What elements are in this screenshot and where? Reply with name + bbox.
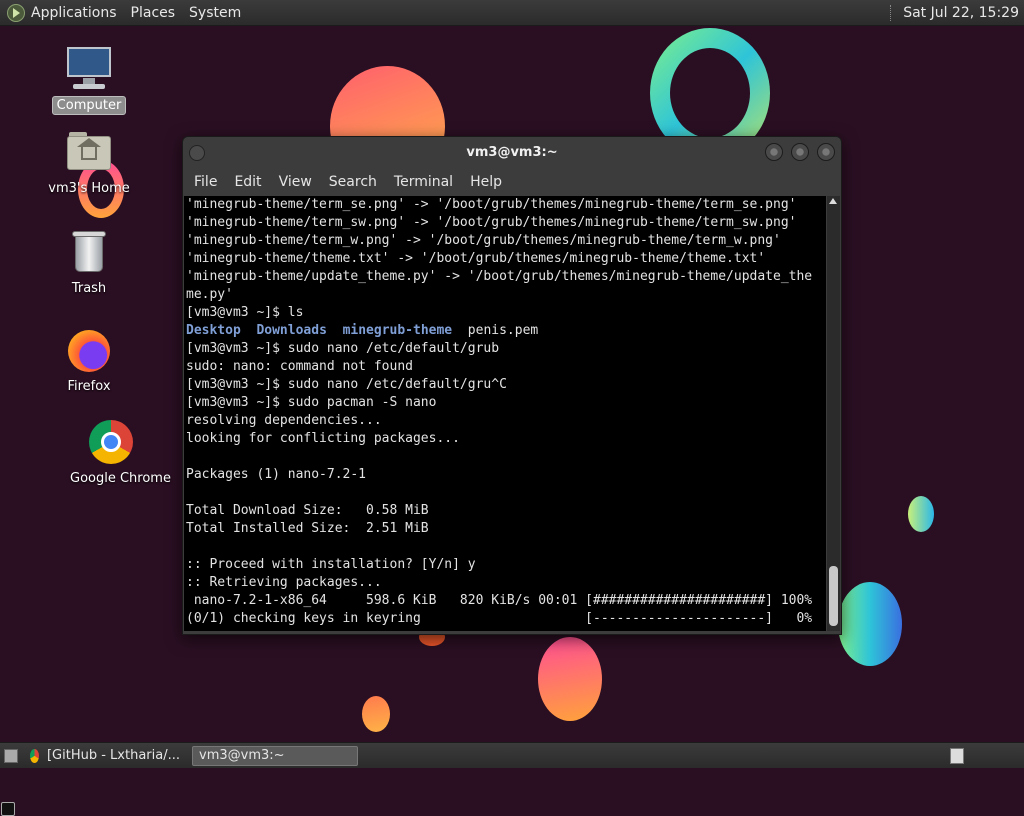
desktop-icon-trash[interactable]: Trash — [44, 228, 134, 297]
terminal-line: 'minegrub-theme/update_theme.py' -> '/bo… — [186, 269, 813, 284]
home-folder-icon — [65, 128, 113, 176]
show-desktop-icon[interactable] — [4, 748, 18, 763]
terminal-line: (0/1) checking keys in keyring [--------… — [186, 611, 813, 626]
terminal-menubar: File Edit View Search Terminal Help — [183, 169, 841, 195]
taskbar-item-github[interactable]: [GitHub - Lxtharia/... — [24, 746, 186, 766]
terminal-scrollbar[interactable] — [827, 196, 840, 631]
terminal-line: 'minegrub-theme/term_w.png' -> '/boot/gr… — [186, 233, 781, 248]
workspace-switcher-icon[interactable] — [950, 747, 964, 764]
terminal-line: [vm3@vm3 ~]$ ls — [186, 305, 304, 320]
menu-help[interactable]: Help — [470, 174, 502, 190]
terminal-line: [vm3@vm3 ~]$ sudo pacman -S nano — [186, 395, 437, 410]
menu-logo-icon[interactable] — [7, 3, 25, 22]
scrollbar-thumb[interactable] — [829, 566, 838, 626]
close-button[interactable] — [817, 143, 835, 161]
window-menu-icon[interactable] — [189, 145, 205, 161]
menu-applications[interactable]: Applications — [31, 5, 117, 21]
desktop-icon-label: Firefox — [67, 379, 111, 394]
desktop-icon-firefox[interactable]: Firefox — [44, 326, 134, 395]
background-blob — [362, 696, 390, 732]
window-title: vm3@vm3:~ — [466, 145, 558, 160]
terminal-line: :: Retrieving packages... — [186, 575, 382, 590]
window-titlebar[interactable]: vm3@vm3:~ — [183, 137, 841, 169]
top-panel: Applications Places System Sat Jul 22, 1… — [0, 0, 1024, 26]
menu-file[interactable]: File — [194, 174, 217, 190]
desktop-icon-computer[interactable]: Computer — [44, 44, 134, 115]
terminal-line: 'minegrub-theme/term_se.png' -> '/boot/g… — [186, 197, 797, 212]
terminal-line: me.py' — [186, 287, 233, 302]
terminal-line: Total Installed Size: 2.51 MiB — [186, 521, 429, 536]
terminal-line: 'minegrub-theme/theme.txt' -> '/boot/gru… — [186, 251, 766, 266]
terminal-line: 'minegrub-theme/term_sw.png' -> '/boot/g… — [186, 215, 797, 230]
menu-terminal[interactable]: Terminal — [394, 174, 453, 190]
terminal-line: Packages (1) nano-7.2-1 — [186, 467, 367, 482]
terminal-line: Total Download Size: 0.58 MiB — [186, 503, 429, 518]
panel-separator — [890, 4, 893, 21]
clock[interactable]: Sat Jul 22, 15:29 — [903, 5, 1019, 21]
chrome-icon — [30, 748, 39, 763]
terminal-line: [vm3@vm3 ~]$ sudo nano /etc/default/gru^… — [186, 377, 507, 392]
scroll-up-arrow-icon[interactable] — [829, 198, 837, 204]
menu-system[interactable]: System — [189, 5, 241, 21]
desktop-icon-chrome[interactable]: Google Chrome — [66, 418, 171, 487]
background-blob — [908, 496, 934, 532]
terminal-line: resolving dependencies... — [186, 413, 382, 428]
ls-dir-entry: Desktop — [186, 323, 241, 338]
background-blob — [538, 637, 602, 721]
terminal-line: [vm3@vm3 ~]$ sudo nano /etc/default/grub — [186, 341, 500, 356]
terminal-line: sudo: nano: command not found — [186, 359, 413, 374]
terminal-line: looking for conflicting packages... — [186, 431, 460, 446]
menu-places[interactable]: Places — [131, 5, 176, 21]
background-blob — [838, 582, 902, 666]
desktop-icon-label: Trash — [71, 281, 107, 296]
menu-edit[interactable]: Edit — [234, 174, 261, 190]
terminal-line: :: Proceed with installation? [Y/n] y — [186, 557, 476, 572]
terminal-output[interactable]: 'minegrub-theme/term_se.png' -> '/boot/g… — [184, 196, 826, 631]
ls-file-entry: penis.pem — [467, 323, 539, 338]
computer-icon — [65, 44, 113, 92]
menu-search[interactable]: Search — [329, 174, 377, 190]
desktop-icon-label: vm3's Home — [48, 181, 130, 196]
ls-dir-entry: minegrub-theme — [342, 323, 453, 338]
desktop-icon-home[interactable]: vm3's Home — [44, 128, 134, 197]
bottom-panel: [GitHub - Lxtharia/... vm3@vm3:~ — [0, 742, 1024, 816]
desktop-icon-label: Computer — [51, 96, 127, 115]
minimize-button[interactable] — [765, 143, 783, 161]
menu-view[interactable]: View — [279, 174, 312, 190]
chrome-icon — [87, 418, 135, 466]
taskbar-item-label: [GitHub - Lxtharia/... — [46, 748, 180, 763]
maximize-button[interactable] — [791, 143, 809, 161]
terminal-line: nano-7.2-1-x86_64 598.6 KiB 820 KiB/s 00… — [186, 593, 813, 608]
trash-icon — [65, 228, 113, 276]
ls-output-line: Desktop Downloads minegrub-theme penis.p… — [186, 322, 824, 340]
taskbar-item-terminal[interactable]: vm3@vm3:~ — [1, 745, 358, 816]
ls-dir-entry: Downloads — [256, 323, 327, 338]
terminal-window: vm3@vm3:~ File Edit View Search Terminal… — [182, 136, 842, 635]
taskbar-item-label: vm3@vm3:~ — [199, 748, 285, 763]
firefox-icon — [65, 326, 113, 374]
desktop-icon-label: Google Chrome — [70, 471, 171, 486]
